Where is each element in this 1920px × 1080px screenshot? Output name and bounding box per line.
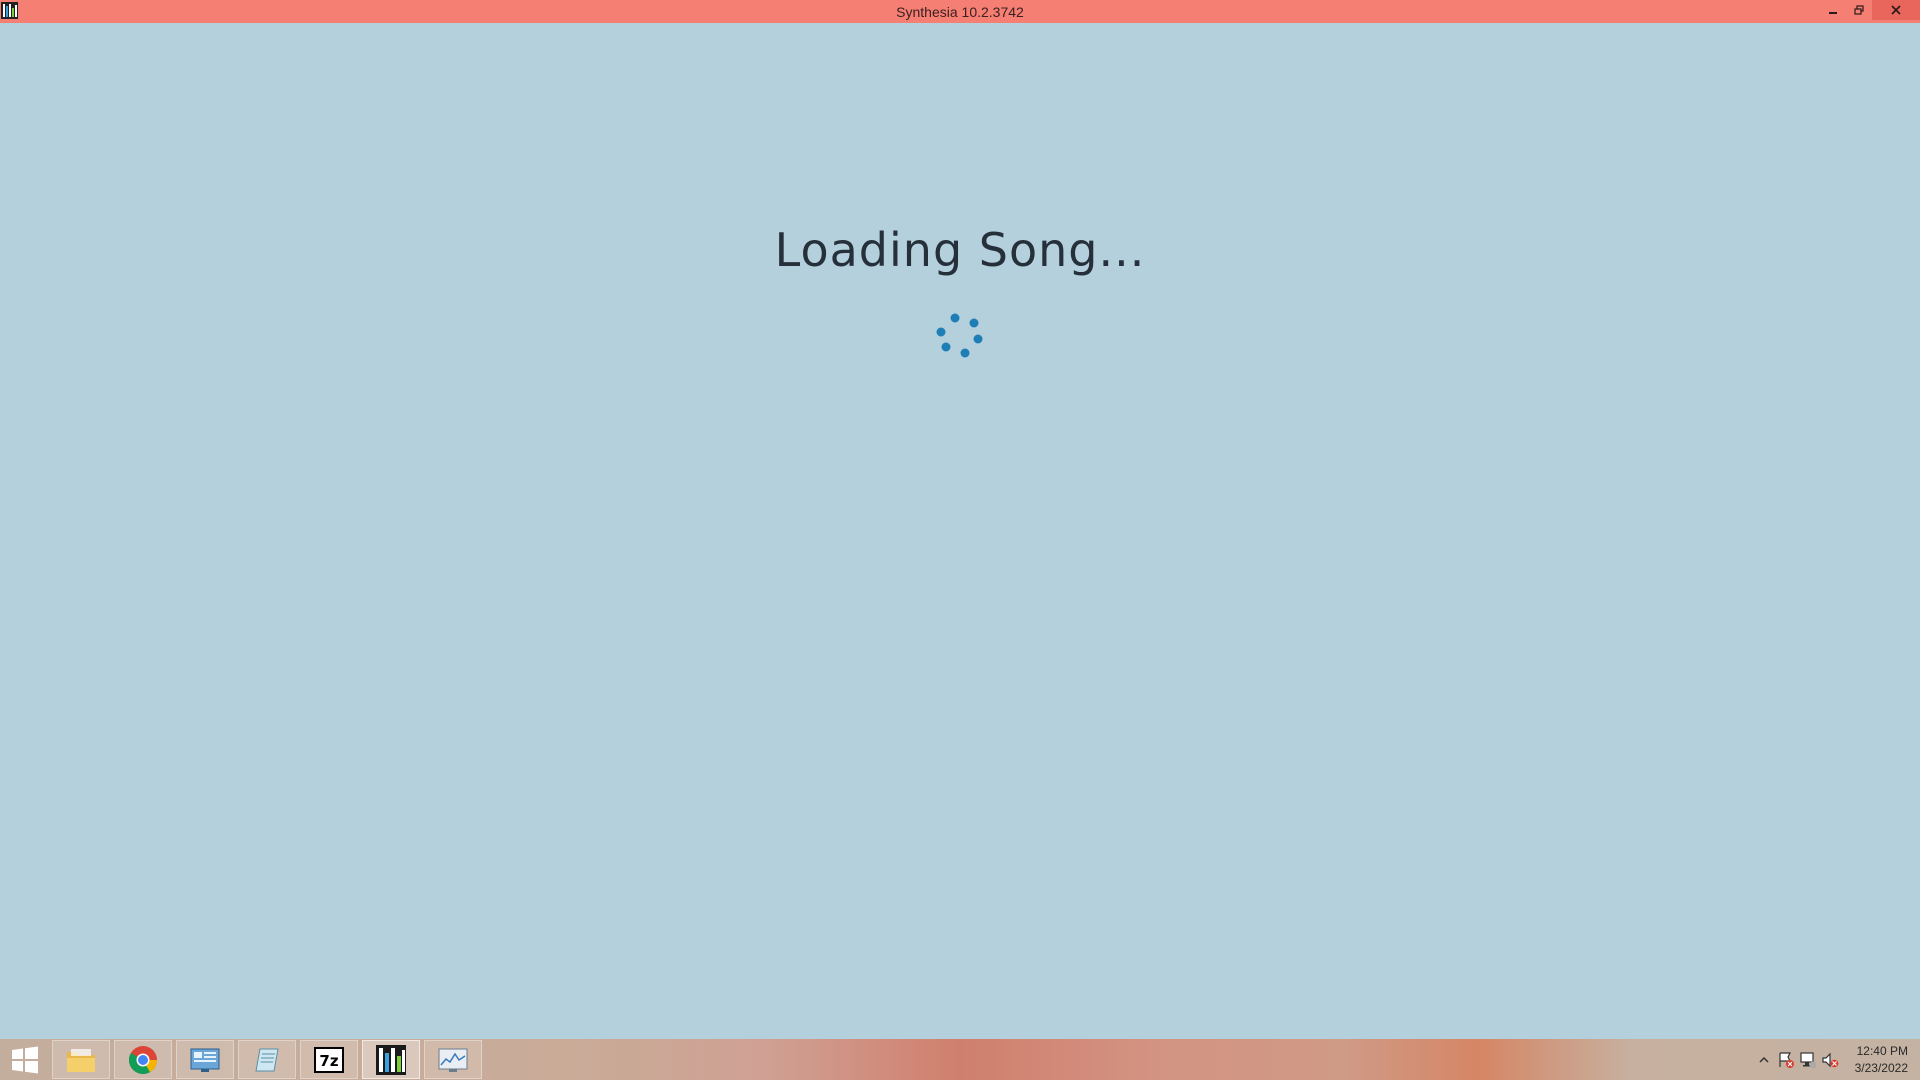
- close-icon: [1891, 5, 1901, 15]
- taskbar-file-explorer[interactable]: [52, 1040, 110, 1079]
- action-center-icon: [1779, 1051, 1794, 1068]
- window-controls: [1820, 0, 1920, 20]
- volume-button[interactable]: [1819, 1049, 1841, 1071]
- taskbar-7zip[interactable]: 7z: [300, 1040, 358, 1079]
- chrome-icon: [129, 1045, 157, 1074]
- window-title: Synthesia 10.2.3742: [896, 3, 1024, 20]
- action-center-button[interactable]: [1775, 1049, 1797, 1071]
- control-panel-icon: [190, 1048, 220, 1072]
- taskbar: 7z 12:40 PM 3/23/2022: [0, 1039, 1920, 1080]
- minimize-button[interactable]: [1820, 0, 1846, 20]
- taskbar-control-panel[interactable]: [176, 1040, 234, 1079]
- loading-status-text: Loading Song...: [774, 223, 1146, 277]
- taskbar-clock[interactable]: 12:40 PM 3/23/2022: [1855, 1043, 1908, 1077]
- clock-date: 3/23/2022: [1854, 1060, 1908, 1075]
- 7zip-icon: 7z: [314, 1046, 344, 1073]
- windows-logo-icon: [12, 1046, 38, 1073]
- close-button[interactable]: [1872, 0, 1920, 20]
- restore-icon: [1854, 5, 1864, 15]
- synthesia-icon: [376, 1044, 406, 1075]
- loading-spinner-icon: [936, 313, 983, 358]
- start-button[interactable]: [4, 1040, 46, 1079]
- taskbar-chrome[interactable]: [114, 1040, 172, 1079]
- restore-button[interactable]: [1846, 0, 1872, 20]
- show-hidden-icons-button[interactable]: [1753, 1049, 1775, 1071]
- svg-text:7z: 7z: [319, 1052, 338, 1070]
- volume-muted-icon: [1822, 1052, 1838, 1067]
- system-tray: 12:40 PM 3/23/2022: [1753, 1039, 1908, 1080]
- window-titlebar[interactable]: Synthesia 10.2.3742: [0, 0, 1920, 23]
- show-hidden-icons-icon: [1759, 1056, 1769, 1063]
- network-button[interactable]: [1797, 1049, 1819, 1071]
- network-icon: [1800, 1051, 1817, 1068]
- file-explorer-icon: [67, 1048, 95, 1072]
- taskbar-synthesia[interactable]: [362, 1040, 420, 1079]
- taskbar-notepad[interactable]: [238, 1040, 296, 1079]
- main-content: Loading Song...: [0, 23, 1920, 1039]
- notepad-icon: [255, 1048, 279, 1071]
- minimize-icon: [1829, 12, 1837, 14]
- clock-time: 12:40 PM: [1856, 1043, 1908, 1058]
- synthesia-app-icon[interactable]: [1, 2, 18, 19]
- taskbar-resource-monitor[interactable]: [424, 1040, 482, 1079]
- resource-monitor-icon: [438, 1048, 468, 1072]
